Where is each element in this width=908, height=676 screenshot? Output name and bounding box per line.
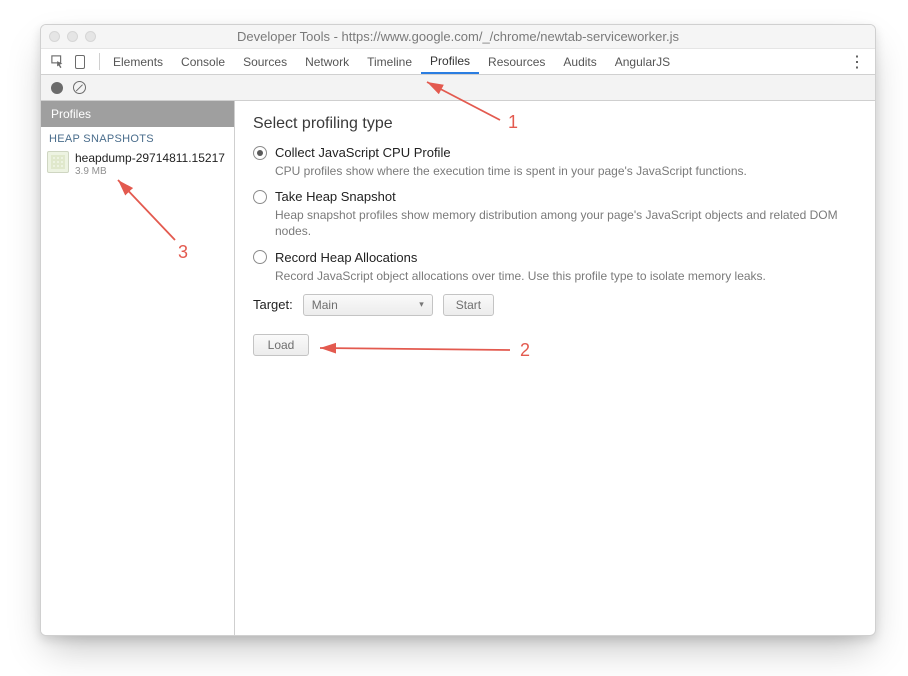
sidebar-title: Profiles (41, 101, 234, 127)
option-cpu-profile-desc: CPU profiles show where the execution ti… (275, 163, 857, 179)
target-label: Target: (253, 297, 293, 312)
devtools-window: Developer Tools - https://www.google.com… (40, 24, 876, 636)
record-icon[interactable] (51, 82, 63, 94)
start-button[interactable]: Start (443, 294, 494, 316)
radio-icon[interactable] (253, 146, 267, 160)
panel-tabbar: Elements Console Sources Network Timelin… (41, 49, 875, 75)
sidebar-section-heap: HEAP SNAPSHOTS (41, 127, 234, 147)
heap-snapshot-name: heapdump-29714811.15217 (75, 151, 225, 165)
tab-resources[interactable]: Resources (479, 49, 554, 74)
profiles-toolbar (41, 75, 875, 101)
heap-snapshot-item[interactable]: heapdump-29714811.15217 3.9 MB (41, 147, 234, 181)
tab-profiles[interactable]: Profiles (421, 49, 479, 74)
window-title: Developer Tools - https://www.google.com… (41, 29, 875, 44)
chevron-down-icon: ▾ (419, 299, 424, 310)
tab-angularjs[interactable]: AngularJS (606, 49, 679, 74)
tab-sources[interactable]: Sources (234, 49, 296, 74)
kebab-menu-icon[interactable]: ⋮ (839, 49, 875, 74)
option-heap-snapshot[interactable]: Take Heap Snapshot (253, 189, 857, 204)
tab-elements[interactable]: Elements (104, 49, 172, 74)
tab-timeline[interactable]: Timeline (358, 49, 421, 74)
option-cpu-profile[interactable]: Collect JavaScript CPU Profile (253, 145, 857, 160)
radio-icon[interactable] (253, 250, 267, 264)
option-heap-snapshot-desc: Heap snapshot profiles show memory distr… (275, 207, 857, 239)
tab-console[interactable]: Console (172, 49, 234, 74)
load-button[interactable]: Load (253, 334, 309, 356)
target-select[interactable]: Main ▾ (303, 294, 433, 316)
panel-tabs: Elements Console Sources Network Timelin… (104, 49, 679, 74)
clear-icon[interactable] (73, 81, 86, 94)
tab-audits[interactable]: Audits (554, 49, 605, 74)
radio-icon[interactable] (253, 190, 267, 204)
profiles-main: Select profiling type Collect JavaScript… (235, 101, 875, 635)
profiles-sidebar: Profiles HEAP SNAPSHOTS heapdump-2971481… (41, 101, 235, 635)
device-mode-icon[interactable] (75, 55, 85, 69)
tab-network[interactable]: Network (296, 49, 358, 74)
inspect-element-icon[interactable] (51, 55, 65, 69)
option-record-allocations[interactable]: Record Heap Allocations (253, 250, 857, 265)
option-record-allocations-desc: Record JavaScript object allocations ove… (275, 268, 857, 284)
heap-snapshot-size: 3.9 MB (75, 166, 225, 177)
profiles-heading: Select profiling type (253, 115, 857, 133)
heap-snapshot-icon (47, 151, 69, 173)
titlebar: Developer Tools - https://www.google.com… (41, 25, 875, 49)
